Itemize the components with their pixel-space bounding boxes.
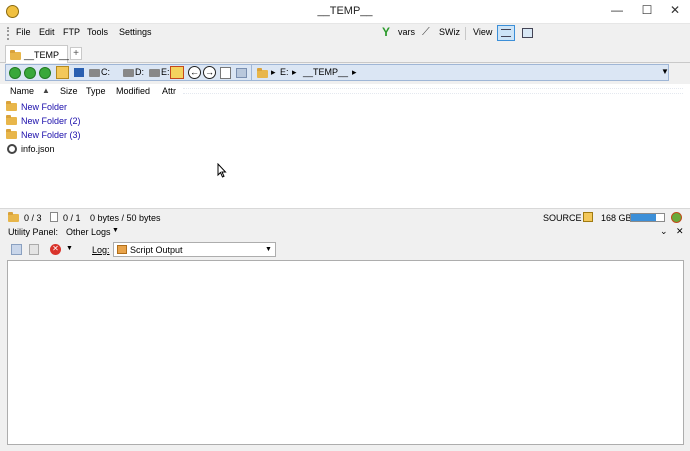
save-log-icon[interactable] <box>11 244 22 255</box>
script-icon <box>117 245 127 254</box>
column-name[interactable]: Name <box>10 86 34 96</box>
menu-file[interactable]: File <box>16 27 31 37</box>
other-logs-menu[interactable]: Other Logs <box>66 227 111 237</box>
breadcrumb-chevron[interactable]: ▸ <box>271 67 276 78</box>
close-panel-icon[interactable]: ✕ <box>676 226 684 237</box>
collapse-icon[interactable]: ⌄ <box>660 226 668 237</box>
chevron-down-icon[interactable]: ▼ <box>112 227 119 234</box>
vars-icon: Y <box>382 25 391 39</box>
address-dropdown-icon[interactable]: ▼ <box>661 67 669 76</box>
column-attr[interactable]: Attr <box>162 86 176 96</box>
folder-icon <box>6 101 17 111</box>
lock-icon[interactable] <box>583 212 593 222</box>
json-file-icon <box>7 144 17 154</box>
menu-tools[interactable]: Tools <box>87 27 108 37</box>
breadcrumb-drive[interactable]: E: <box>280 67 289 77</box>
breadcrumb-folder[interactable]: __TEMP__ <box>303 67 348 77</box>
folder-count: 0 / 3 <box>24 213 42 223</box>
drive-e-icon[interactable] <box>149 69 160 77</box>
tab-temp[interactable]: __TEMP__ <box>5 45 70 63</box>
view-label: View <box>473 27 493 37</box>
tab-label: __TEMP__ <box>24 50 70 60</box>
history-back-icon[interactable]: ← <box>188 66 201 79</box>
menu-settings[interactable]: Settings <box>119 27 152 37</box>
history-forward-icon[interactable]: → <box>203 66 216 79</box>
drive-d-icon[interactable] <box>123 69 134 77</box>
script-output-area[interactable] <box>7 260 684 445</box>
path-separator <box>251 65 252 80</box>
column-type[interactable]: Type <box>86 86 106 96</box>
log-select-value: Script Output <box>130 245 183 255</box>
window-title: __TEMP__ <box>317 5 373 17</box>
disk-usage-fill <box>631 214 656 221</box>
recycle-icon[interactable] <box>170 66 184 79</box>
add-tab-button[interactable]: + <box>70 47 82 60</box>
drive-e-label[interactable]: E: <box>161 67 170 77</box>
breadcrumb-chevron[interactable]: ▸ <box>352 67 357 78</box>
chevron-down-icon: ▼ <box>265 246 272 253</box>
utility-toolbar: ✕ ▼ Log: Script Output ▼ <box>0 240 690 259</box>
folder-count-icon <box>8 212 19 222</box>
file-count-icon <box>50 212 58 222</box>
free-space: 168 GB <box>601 213 632 223</box>
sort-ascending-icon: ▲ <box>42 86 50 95</box>
copy-log-icon[interactable] <box>29 244 39 255</box>
details-view-button[interactable] <box>497 25 515 41</box>
up-icon[interactable] <box>39 67 51 79</box>
log-label: Log: <box>92 245 110 255</box>
address-bar: C: D: E: ← → ▸ E: ▸ __TEMP__ ▸ ▼ <box>5 64 669 81</box>
grid-icon <box>522 28 533 38</box>
file-name[interactable]: info.json <box>21 144 55 154</box>
menu-bar: File Edit FTP Tools Settings Y vars ⟋ SW… <box>0 24 690 42</box>
swiz-button[interactable]: SWiz <box>439 27 460 37</box>
column-size[interactable]: Size <box>60 86 78 96</box>
clear-log-icon[interactable]: ✕ <box>50 244 61 255</box>
list-lines-icon <box>501 29 511 37</box>
menu-ftp[interactable]: FTP <box>63 27 80 37</box>
back-icon[interactable] <box>9 67 21 79</box>
drive-c-label[interactable]: C: <box>101 67 110 77</box>
maximize-button[interactable]: ☐ <box>632 0 662 22</box>
disk-usage-bar <box>630 213 665 222</box>
separator <box>465 27 466 40</box>
folder-icon <box>10 50 21 60</box>
selection-size: 0 bytes / 50 bytes <box>90 213 161 223</box>
folder-icon <box>6 115 17 125</box>
clear-options-chevron-icon[interactable]: ▼ <box>66 245 73 252</box>
grip-icon <box>7 27 10 40</box>
refresh-icon[interactable] <box>236 68 247 78</box>
mouse-cursor-icon <box>217 163 227 178</box>
drive-c-icon[interactable] <box>89 69 100 77</box>
column-modified[interactable]: Modified <box>116 86 150 96</box>
file-name[interactable]: New Folder (3) <box>21 130 81 140</box>
forward-icon[interactable] <box>24 67 36 79</box>
close-button[interactable]: ✕ <box>660 0 690 22</box>
thumbnail-view-button[interactable] <box>520 25 536 41</box>
path-folder-icon <box>257 68 268 78</box>
file-name[interactable]: New Folder <box>21 102 67 112</box>
favorites-icon[interactable] <box>56 66 69 79</box>
status-bar: 0 / 3 0 / 1 0 bytes / 50 bytes SOURCE 16… <box>0 208 690 225</box>
magic-wand-icon: ⟋ <box>422 26 430 38</box>
file-count: 0 / 1 <box>63 213 81 223</box>
vars-button[interactable]: vars <box>398 27 415 37</box>
folder-icon <box>6 129 17 139</box>
options-icon[interactable] <box>671 212 682 223</box>
utility-panel-label: Utility Panel: <box>8 227 59 237</box>
file-list: New Folder New Folder (2) New Folder (3)… <box>0 98 690 208</box>
column-header: Name ▲ Size Type Modified Attr <box>0 84 690 98</box>
file-name[interactable]: New Folder (2) <box>21 116 81 126</box>
minimize-button[interactable]: — <box>602 0 632 22</box>
drive-d-label[interactable]: D: <box>135 67 144 77</box>
breadcrumb-chevron[interactable]: ▸ <box>292 67 297 78</box>
column-filler <box>183 88 683 94</box>
source-label: SOURCE <box>543 213 582 223</box>
menu-edit[interactable]: Edit <box>39 27 55 37</box>
log-select[interactable]: Script Output ▼ <box>113 242 276 257</box>
tab-strip: __TEMP__ + <box>0 43 690 63</box>
copy-icon[interactable] <box>220 67 231 79</box>
utility-panel-header: Utility Panel: Other Logs ▼ ⌄ ✕ <box>0 226 690 239</box>
network-icon[interactable] <box>74 68 84 77</box>
title-bar: __TEMP__ — ☐ ✕ <box>0 0 690 24</box>
